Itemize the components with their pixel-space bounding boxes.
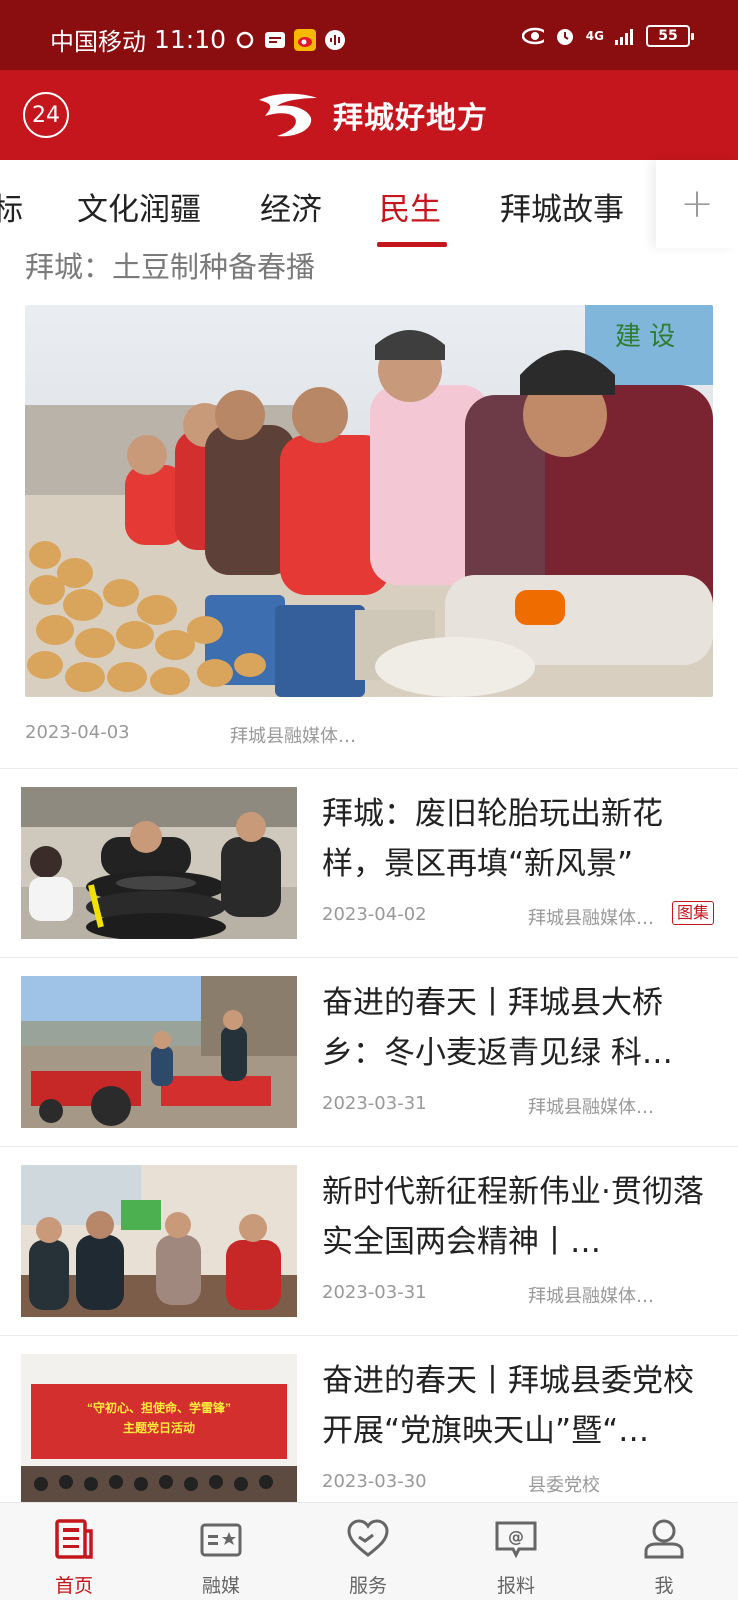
featured-meta: 2023-04-03 拜城县融媒体… [25, 722, 713, 747]
news-thumbnail [21, 787, 297, 939]
logo-mark-icon [259, 93, 317, 137]
svg-text:@: @ [508, 1527, 524, 1546]
home-visit-photo [21, 1165, 297, 1317]
featured-title[interactable]: 拜城：土豆制种备春播 [25, 244, 315, 286]
badge-24-button[interactable]: 24 [23, 92, 69, 138]
wall-slogan: 建 设 [615, 322, 675, 352]
tab-livelihood[interactable]: 民生 [379, 184, 441, 229]
status-left: 中国移动 11:10 [50, 22, 346, 57]
loading-ring-icon [234, 29, 256, 51]
news-icon [55, 1519, 93, 1559]
app-title: 拜城好地方 [333, 101, 488, 136]
tab-culture[interactable]: 文化润疆 [77, 184, 201, 229]
news-source: 拜城县融媒体… [528, 1097, 654, 1118]
news-source: 县委党校 [528, 1475, 600, 1496]
user-icon [644, 1519, 684, 1559]
nav-label: 我 [654, 1575, 674, 1597]
list-item[interactable]: 奋进的春天丨拜城县大桥乡：冬小麦返青见绿 科… 2023-03-31 拜城县融媒… [0, 958, 738, 1146]
nav-label: 报料 [496, 1575, 535, 1597]
heart-hands-icon [347, 1519, 389, 1557]
app-header: 24 拜城好地方 [0, 70, 738, 160]
nav-media[interactable]: 融媒 [176, 1517, 266, 1598]
nav-me[interactable]: 我 [619, 1517, 709, 1598]
news-source: 拜城县融媒体… [528, 1286, 654, 1307]
party-meeting-photo: “守初心、担使命、学雷锋” 主题党日活动 [21, 1354, 297, 1506]
news-title[interactable]: 奋进的春天丨拜城县大桥乡：冬小麦返青见绿 科… [322, 978, 714, 1078]
weibo-icon [294, 28, 317, 51]
featured-source: 拜城县融媒体… [230, 726, 356, 747]
tab-stories[interactable]: 拜城故事 [500, 184, 624, 229]
nav-label: 融媒 [201, 1575, 240, 1597]
news-date: 2023-03-31 [322, 1093, 427, 1114]
news-title[interactable]: 新时代新征程新伟业·贯彻落实全国两会精神丨… [322, 1167, 714, 1267]
nav-label: 首页 [54, 1575, 93, 1597]
list-item[interactable]: 拜城：废旧轮胎玩出新花样，景区再填“新风景” 2023-04-02 拜城县融媒体… [0, 769, 738, 957]
news-source: 拜城县融媒体… [528, 908, 654, 929]
news-date: 2023-04-02 [322, 904, 427, 925]
news-thumbnail [21, 1165, 297, 1317]
list-item[interactable]: “守初心、担使命、学雷锋” 主题党日活动 奋进的春天丨拜城县委党校开展“党旗映天… [0, 1336, 738, 1524]
featured-date: 2023-04-03 [25, 722, 130, 743]
news-thumbnail: “守初心、担使命、学雷锋” 主题党日活动 [21, 1354, 297, 1506]
carrier-label: 中国移动 [50, 28, 146, 56]
banner-line-1: “守初心、担使命、学雷锋” [87, 1400, 231, 1415]
potato-workers-photo: 建 设 [25, 305, 713, 697]
tab-economy[interactable]: 经济 [260, 184, 322, 229]
media-icon [200, 1523, 242, 1557]
eye-icon [521, 25, 544, 47]
active-tab-indicator [377, 242, 447, 247]
nav-label: 服务 [348, 1575, 387, 1597]
banner-line-2: 主题党日活动 [123, 1420, 195, 1435]
app-logo: 拜城好地方 [255, 90, 488, 140]
tab-partial[interactable]: 标 [0, 184, 23, 229]
news-date: 2023-03-31 [322, 1282, 427, 1303]
tractor-photo [21, 976, 297, 1128]
category-tabs: 标 文化润疆 经济 民生 拜城故事 + [0, 160, 738, 248]
audio-wave-icon [324, 29, 346, 51]
news-thumbnail [21, 976, 297, 1128]
bottom-navigation: 首页 融媒 服务 @ 报料 我 [0, 1502, 738, 1600]
signal-icon [614, 25, 636, 47]
news-title[interactable]: 奋进的春天丨拜城县委党校开展“党旗映天山”暨“… [322, 1356, 714, 1456]
nav-report[interactable]: @ 报料 [471, 1517, 561, 1598]
list-item[interactable]: 新时代新征程新伟业·贯彻落实全国两会精神丨… 2023-03-31 拜城县融媒体… [0, 1147, 738, 1335]
nav-services[interactable]: 服务 [323, 1517, 413, 1598]
featured-image[interactable]: 建 设 [25, 305, 713, 697]
network-label: 4G [585, 29, 604, 43]
huawei-app-icon [264, 29, 286, 51]
alarm-icon [554, 25, 576, 47]
gallery-tag: 图集 [672, 901, 715, 925]
news-title[interactable]: 拜城：废旧轮胎玩出新花样，景区再填“新风景” [322, 789, 714, 889]
status-bar: 中国移动 11:10 4G 55 [0, 0, 738, 70]
report-at-icon: @ [495, 1521, 537, 1559]
nav-home[interactable]: 首页 [29, 1517, 119, 1598]
clock: 11:10 [154, 25, 227, 54]
tire-photo [21, 787, 297, 939]
add-tab-button[interactable]: + [656, 160, 738, 248]
news-date: 2023-03-30 [322, 1471, 427, 1492]
battery-indicator: 55 [646, 25, 694, 47]
status-right: 4G 55 [521, 25, 694, 47]
